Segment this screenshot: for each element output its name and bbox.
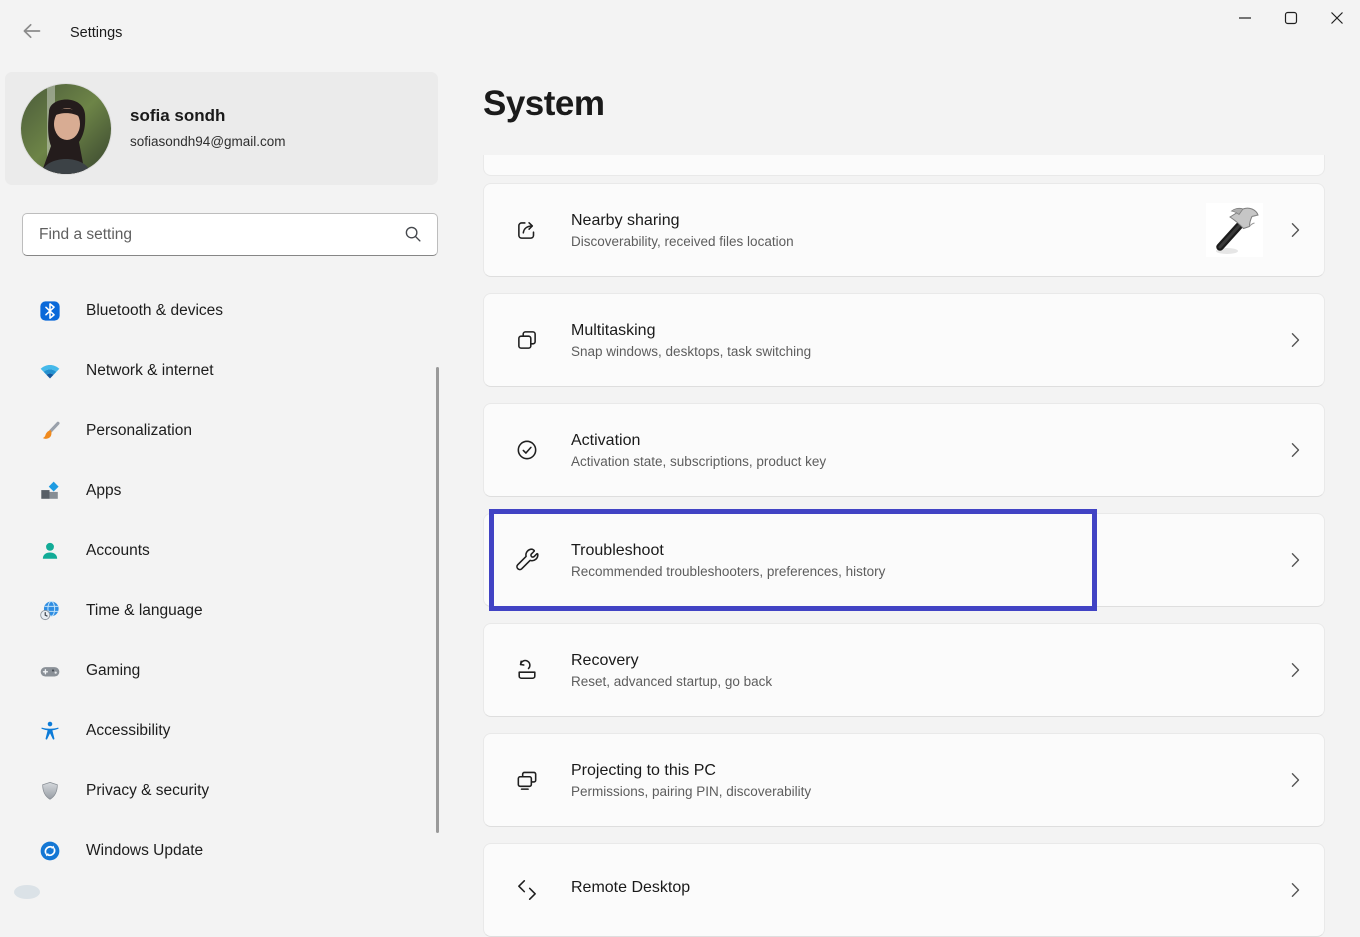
main-content: System Nearby sharing Discoverability, r… — [483, 0, 1325, 892]
sidebar-item-label: Accounts — [86, 542, 150, 560]
sidebar-item-personalization[interactable]: Personalization — [8, 401, 430, 461]
search-box[interactable] — [22, 213, 438, 256]
settings-card-remote-desktop[interactable]: Remote Desktop — [483, 843, 1325, 937]
person-icon — [39, 540, 61, 562]
globe-clock-icon — [39, 600, 61, 622]
sidebar-item-label: Apps — [86, 482, 121, 500]
profile-email: sofiasondh94@gmail.com — [130, 134, 286, 149]
sidebar-item-privacy-security[interactable]: Privacy & security — [8, 761, 430, 821]
sidebar-item-network-internet[interactable]: Network & internet — [8, 341, 430, 401]
shield-icon — [39, 780, 61, 802]
sidebar-item-label: Network & internet — [86, 362, 214, 380]
sidebar-item-bluetooth-devices[interactable]: Bluetooth & devices — [8, 281, 430, 341]
settings-card-nearby-sharing[interactable]: Nearby sharing Discoverability, received… — [483, 183, 1325, 277]
card-subtitle: Recommended troubleshooters, preferences… — [571, 564, 885, 579]
nearby-share-icon — [514, 217, 540, 243]
card-title: Remote Desktop — [571, 879, 690, 897]
search-input[interactable] — [37, 225, 403, 245]
card-subtitle: Discoverability, received files location — [571, 234, 794, 249]
account-profile-card[interactable]: sofia sondh sofiasondh94@gmail.com — [5, 72, 438, 185]
card-title: Nearby sharing — [571, 212, 794, 230]
back-arrow-icon — [19, 19, 45, 48]
card-subtitle: Reset, advanced startup, go back — [571, 674, 772, 689]
sidebar-scrollbar[interactable] — [436, 367, 439, 833]
sidebar-item-label: Bluetooth & devices — [86, 302, 223, 320]
settings-card-activation[interactable]: Activation Activation state, subscriptio… — [483, 403, 1325, 497]
remote-desktop-icon — [514, 877, 540, 903]
chevron-right-icon — [1284, 659, 1306, 681]
chevron-right-icon — [1284, 769, 1306, 791]
card-title: Troubleshoot — [571, 542, 885, 560]
card-partial-top — [483, 155, 1325, 176]
paintbrush-icon — [39, 420, 61, 442]
activation-check-icon — [514, 437, 540, 463]
chevron-right-icon — [1284, 219, 1306, 241]
bluetooth-icon — [39, 300, 61, 322]
sidebar-item-label: Time & language — [86, 602, 203, 620]
gamepad-icon — [39, 660, 61, 682]
recovery-icon — [514, 657, 540, 683]
page-title: System — [483, 84, 605, 124]
chevron-right-icon — [1284, 329, 1306, 351]
back-button[interactable] — [18, 20, 46, 46]
sidebar-nav: Bluetooth & devices Network & internet P… — [8, 281, 430, 881]
sidebar-item-apps[interactable]: Apps — [8, 461, 430, 521]
settings-card-multitasking[interactable]: Multitasking Snap windows, desktops, tas… — [483, 293, 1325, 387]
sidebar-item-time-language[interactable]: Time & language — [8, 581, 430, 641]
chevron-right-icon — [1284, 549, 1306, 571]
sidebar-item-label: Gaming — [86, 662, 140, 680]
partial-icon-bottom — [14, 885, 40, 899]
wifi-icon — [39, 360, 61, 382]
projecting-icon — [514, 767, 540, 793]
sidebar-item-label: Accessibility — [86, 722, 170, 740]
sidebar-item-accessibility[interactable]: Accessibility — [8, 701, 430, 761]
settings-card-recovery[interactable]: Recovery Reset, advanced startup, go bac… — [483, 623, 1325, 717]
search-icon — [403, 224, 425, 246]
sidebar-item-label: Personalization — [86, 422, 192, 440]
chevron-right-icon — [1284, 879, 1306, 901]
card-title: Recovery — [571, 652, 772, 670]
apps-icon — [39, 480, 61, 502]
sidebar-item-gaming[interactable]: Gaming — [8, 641, 430, 701]
sidebar-item-label: Windows Update — [86, 842, 203, 860]
card-subtitle: Activation state, subscriptions, product… — [571, 454, 826, 469]
card-title: Multitasking — [571, 322, 811, 340]
wrench-icon — [514, 547, 540, 573]
card-title: Projecting to this PC — [571, 762, 811, 780]
update-icon — [39, 840, 61, 862]
settings-card-troubleshoot[interactable]: Troubleshoot Recommended troubleshooters… — [483, 513, 1325, 607]
chevron-right-icon — [1284, 439, 1306, 461]
multitasking-icon — [514, 327, 540, 353]
card-subtitle: Permissions, pairing PIN, discoverabilit… — [571, 784, 811, 799]
sidebar-item-label: Privacy & security — [86, 782, 209, 800]
sidebar-item-accounts[interactable]: Accounts — [8, 521, 430, 581]
settings-card-projecting[interactable]: Projecting to this PC Permissions, pairi… — [483, 733, 1325, 827]
accessibility-icon — [39, 720, 61, 742]
card-title: Activation — [571, 432, 826, 450]
avatar — [21, 84, 111, 174]
card-subtitle: Snap windows, desktops, task switching — [571, 344, 811, 359]
sidebar-item-windows-update[interactable]: Windows Update — [8, 821, 430, 881]
profile-name: sofia sondh — [130, 106, 225, 126]
window-title: Settings — [70, 25, 122, 41]
